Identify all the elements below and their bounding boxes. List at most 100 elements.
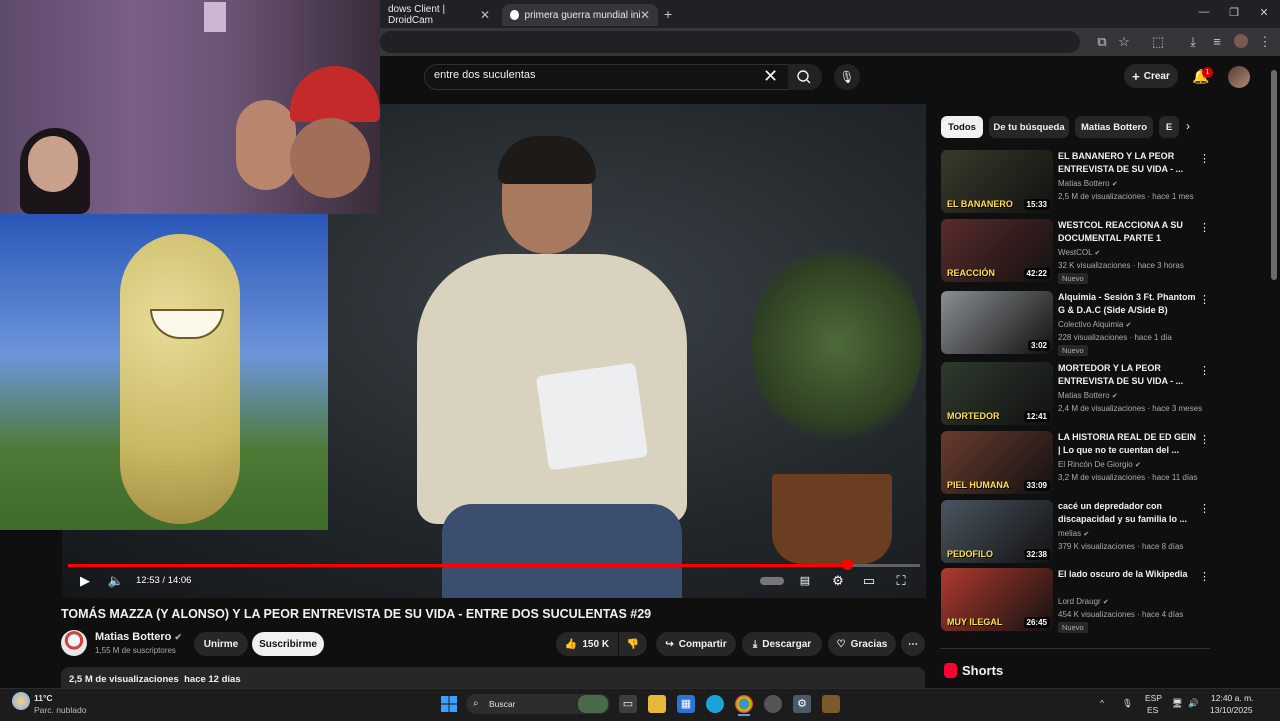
recommendation-card[interactable]: 3:02 Alquimia - Sesión 3 Ft. Phantom G & … [941,291,1211,356]
recommendation-channel[interactable]: Matias Bottero ✔ [1058,391,1118,400]
language-bottom[interactable]: ES [1147,705,1158,715]
dislike-button[interactable]: 👎 [619,632,647,656]
restore-icon[interactable]: ❐ [1226,6,1242,22]
channel-name[interactable]: Matias Bottero ✔ [95,631,182,643]
recommendation-channel[interactable]: Matias Bottero ✔ [1058,179,1118,188]
like-button[interactable]: 👍 150 K [556,632,618,656]
menu-kebab-icon[interactable]: ⋮ [1257,34,1273,50]
account-avatar[interactable] [1228,66,1250,88]
search-highlight-icon[interactable] [578,695,608,713]
recommendation-title[interactable]: LA HISTORIA REAL DE ED GEIN | Lo que no … [1058,431,1200,457]
tray-chevron-up-icon[interactable]: ^ [1100,698,1104,708]
fullscreen-icon[interactable]: ⛶ [892,572,910,590]
recommendation-title[interactable]: EL BANANERO Y LA PEOR ENTREVISTA DE SU V… [1058,150,1200,176]
close-tab-icon[interactable]: ✕ [480,8,490,22]
windows-start-icon[interactable] [440,695,458,713]
settings-gear-icon[interactable]: ⚙ [829,572,847,590]
extensions-icon[interactable]: ⬚ [1150,34,1166,50]
address-bar[interactable] [380,31,1080,53]
more-options-icon[interactable]: ⋮ [1199,152,1210,165]
recommendation-channel[interactable]: El Rincón De Giorgio ✔ [1058,460,1141,469]
chip-next[interactable]: E [1159,116,1179,138]
video-thumbnail[interactable]: PEDOFILO 32:38 [941,500,1053,563]
recommendation-channel[interactable]: Colectivo Alquimia ✔ [1058,320,1131,329]
recommendation-card[interactable]: EL BANANERO 15:33 EL BANANERO Y LA PEOR EN… [941,150,1211,214]
tab-primera-guerra[interactable]: primera guerra mundial inicio - ✕ [502,4,658,26]
autoplay-toggle[interactable] [760,577,784,585]
share-button[interactable]: ↪ Compartir [656,632,736,656]
more-options-icon[interactable]: ⋮ [1199,433,1210,446]
search-button[interactable] [788,64,822,90]
minimize-icon[interactable]: — [1196,6,1212,22]
thanks-button[interactable]: ♡ Gracias [828,632,896,656]
microphone-icon[interactable]: 🎙 [1122,698,1133,709]
taskbar-search-label[interactable]: Buscar [489,699,515,709]
more-options-icon[interactable]: ⋮ [1199,293,1210,306]
subscribe-button[interactable]: Suscribirme [252,632,324,656]
chevron-right-icon[interactable]: › [1186,119,1190,133]
play-icon[interactable]: ▶ [76,572,94,590]
bookmark-star-icon[interactable]: ☆ [1116,34,1132,50]
recommendation-title[interactable]: El lado oscuro de la Wikipedia [1058,568,1200,581]
settings-icon[interactable]: ⚙ [793,695,811,713]
create-button[interactable]: + Crear [1124,64,1178,88]
microsoft-store-icon[interactable]: ▦ [677,695,695,713]
subtitles-icon[interactable]: ▤ [796,572,814,590]
channel-avatar[interactable] [61,630,87,656]
theater-mode-icon[interactable]: ▭ [860,572,878,590]
file-explorer-icon[interactable] [648,695,666,713]
recommendation-card[interactable]: MORTEDOR 12:41 MORTEDOR Y LA PEOR ENTREVIS… [941,362,1211,426]
clock-time[interactable]: 12:40 a. m. [1211,693,1254,703]
recommendation-card[interactable]: REACCIÓN 42:22 WESTCOL REACCIONA A SU DOCU… [941,219,1211,284]
install-app-icon[interactable]: ⧉ [1094,34,1110,50]
video-thumbnail[interactable]: REACCIÓN 42:22 [941,219,1053,282]
close-window-icon[interactable]: ✕ [1256,6,1272,22]
chip-de-tu-busqueda[interactable]: De tu búsqueda [989,116,1069,138]
join-button[interactable]: Unirme [194,632,248,656]
recommendation-card[interactable]: MUY ILEGAL 26:45 El lado oscuro de la Wiki… [941,568,1211,633]
more-options-icon[interactable]: ⋮ [1199,364,1210,377]
chip-todos[interactable]: Todos [941,116,983,138]
weather-desc[interactable]: Parc. nublado [34,705,86,715]
weather-icon[interactable] [12,692,30,710]
download-button[interactable]: ⤓ Descargar [742,632,822,656]
recommendation-card[interactable]: PEDOFILO 32:38 cacé un depredador con disc… [941,500,1211,564]
download-icon[interactable]: ⤓ [1185,34,1201,50]
volume-icon[interactable]: 🔈 [107,572,125,590]
edge-icon[interactable] [706,695,724,713]
more-options-icon[interactable]: ⋮ [1199,502,1210,515]
video-thumbnail[interactable]: EL BANANERO 15:33 [941,150,1053,213]
clock-date[interactable]: 13/10/2025 [1210,705,1253,715]
recommendation-card[interactable]: PIEL HUMANA 33:09 LA HISTORIA REAL DE ED G… [941,431,1211,495]
progress-scrubber[interactable] [841,559,853,570]
more-options-icon[interactable]: ⋮ [1199,221,1210,234]
app-icon[interactable] [822,695,840,713]
weather-temp[interactable]: 11°C [34,693,53,703]
network-icon[interactable]: 🖥 [1172,698,1183,709]
chrome-icon[interactable] [735,695,753,713]
language-top[interactable]: ESP [1145,693,1162,703]
media-controls-icon[interactable]: ≡ [1209,34,1225,50]
close-tab-icon[interactable]: ✕ [640,8,650,22]
recommendation-title[interactable]: MORTEDOR Y LA PEOR ENTREVISTA DE SU VIDA… [1058,362,1200,388]
droidcam-icon[interactable] [764,695,782,713]
more-options-icon[interactable]: ⋮ [1199,570,1210,583]
more-actions-button[interactable]: ⋯ [901,632,925,656]
new-tab-icon[interactable]: + [664,6,672,22]
recommendation-channel[interactable]: WestCOL ✔ [1058,248,1100,257]
scrollbar-thumb[interactable] [1271,70,1277,280]
tab-droidcam[interactable]: dows Client | DroidCam ✕ [380,4,498,26]
recommendation-channel[interactable]: Lord Draugr ✔ [1058,597,1109,606]
search-input[interactable]: entre dos suculentas [434,69,536,81]
video-thumbnail[interactable]: MORTEDOR 12:41 [941,362,1053,425]
voice-search-mic-icon[interactable]: 🎙 [834,64,860,90]
recommendation-title[interactable]: cacé un depredador con discapacidad y su… [1058,500,1200,526]
video-thumbnail[interactable]: PIEL HUMANA 33:09 [941,431,1053,494]
video-thumbnail[interactable]: MUY ILEGAL 26:45 [941,568,1053,631]
chip-matias-bottero[interactable]: Matias Bottero [1075,116,1153,138]
clear-search-icon[interactable]: ✕ [763,66,778,86]
video-thumbnail[interactable]: 3:02 [941,291,1053,354]
recommendation-channel[interactable]: melias ✔ [1058,529,1089,538]
profile-icon[interactable] [1234,34,1248,48]
task-view-icon[interactable]: ▭ [619,695,637,713]
